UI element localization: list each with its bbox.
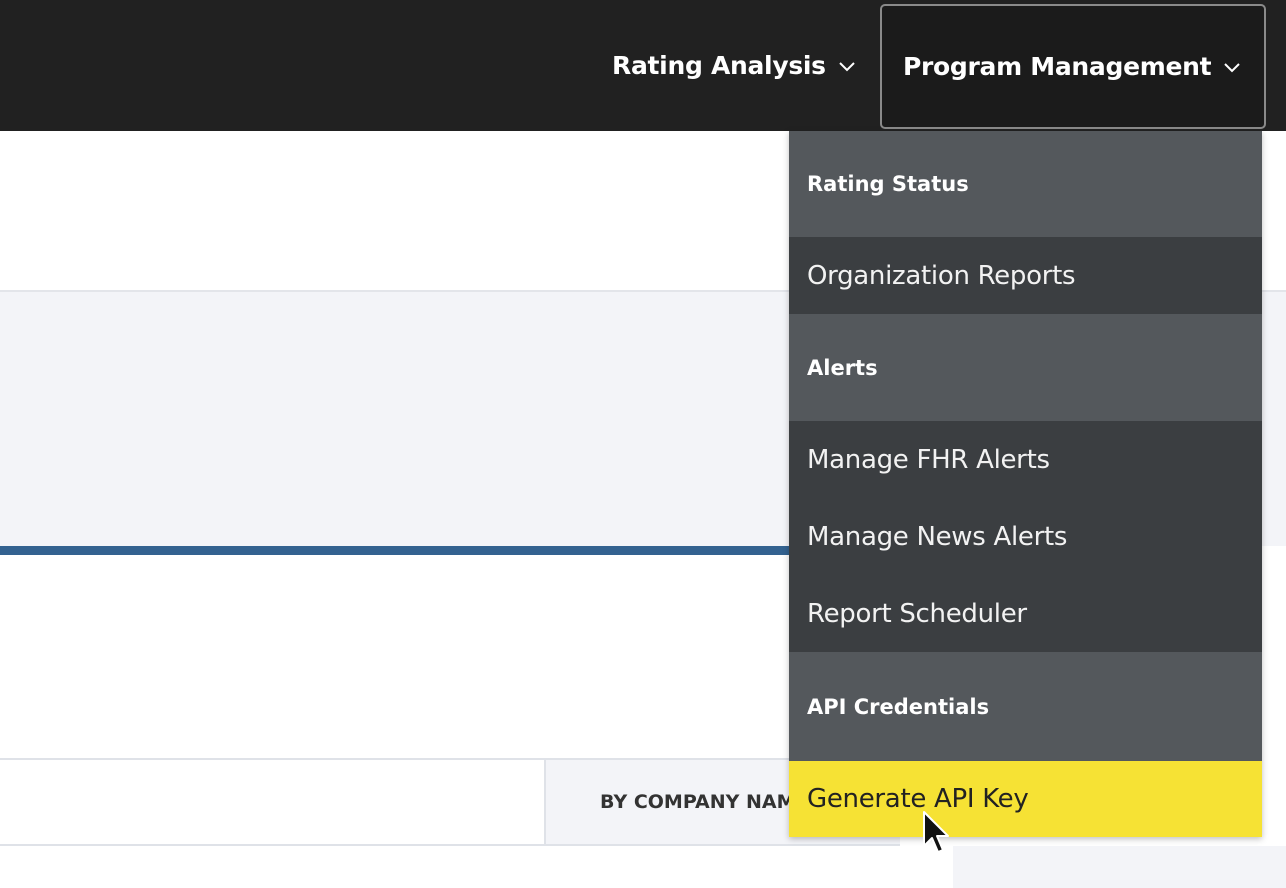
menu-group-label: Alerts [807, 355, 878, 380]
menu-group-label: Rating Status [807, 172, 969, 196]
menu-item-label: Manage News Alerts [807, 521, 1068, 552]
side-panel [953, 846, 1286, 888]
menu-item-organization-reports[interactable]: Organization Reports [789, 237, 1262, 314]
search-row: BY COMPANY NAME [0, 758, 900, 846]
menu-item-label: Organization Reports [807, 260, 1076, 291]
nav-rating-analysis-label: Rating Analysis [612, 51, 826, 80]
menu-item-generate-api-key[interactable]: Generate API Key [789, 761, 1262, 837]
accent-divider [0, 546, 800, 555]
menu-item-report-scheduler[interactable]: Report Scheduler [789, 575, 1262, 652]
program-management-dropdown: Rating Status Organization Reports Alert… [789, 131, 1262, 837]
nav-program-management[interactable]: Program Management [880, 4, 1266, 129]
search-by-label: BY COMPANY NAME [600, 791, 809, 813]
menu-group-alerts: Alerts [789, 314, 1262, 421]
menu-item-label: Report Scheduler [807, 598, 1027, 629]
nav-program-management-label: Program Management [903, 52, 1212, 81]
menu-item-label: Generate API Key [807, 784, 1029, 814]
menu-group-api-credentials: API Credentials [789, 652, 1262, 761]
chevron-down-icon [1223, 61, 1241, 73]
search-input[interactable] [0, 760, 544, 844]
menu-item-manage-news-alerts[interactable]: Manage News Alerts [789, 498, 1262, 575]
menu-group-rating-status: Rating Status [789, 131, 1262, 237]
chevron-down-icon [838, 60, 856, 72]
menu-group-label: API Credentials [807, 694, 990, 719]
nav-rating-analysis[interactable]: Rating Analysis [612, 0, 856, 131]
menu-item-manage-fhr-alerts[interactable]: Manage FHR Alerts [789, 421, 1262, 498]
menu-item-label: Manage FHR Alerts [807, 444, 1050, 475]
top-nav-bar: Rating Analysis Program Management [0, 0, 1286, 131]
